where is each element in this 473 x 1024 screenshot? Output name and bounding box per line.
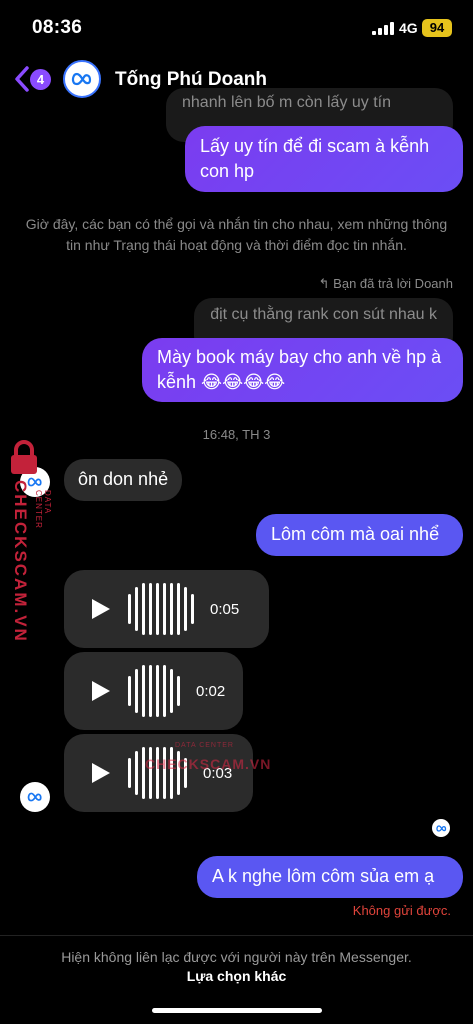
unread-badge[interactable]: 4 xyxy=(30,69,51,90)
other-options-link[interactable]: Lựa chọn khác xyxy=(0,968,473,984)
watermark-text: CHECKSCAM.VN xyxy=(11,480,30,643)
meta-icon xyxy=(435,824,446,832)
network-type: 4G xyxy=(399,20,418,36)
error-text[interactable]: Không gửi được. xyxy=(353,903,451,918)
voice-duration: 0:05 xyxy=(210,600,240,618)
lock-icon xyxy=(11,440,37,474)
voice-message[interactable]: 0:05 xyxy=(64,570,269,648)
contact-avatar[interactable] xyxy=(63,60,101,98)
battery-icon: 94 xyxy=(422,19,452,37)
sent-message[interactable]: Mày book máy bay cho anh về hp à kễnh 😂😂… xyxy=(142,338,463,402)
voice-message[interactable]: 0:02 xyxy=(64,652,243,730)
timestamp: 16:48, TH 3 xyxy=(202,427,271,442)
sent-message[interactable]: Lấy uy tín để đi scam à kễnh con hp xyxy=(185,126,463,192)
back-icon[interactable] xyxy=(12,64,32,94)
watermark-center-text: CHECKSCAM.VN xyxy=(145,756,272,772)
reply-note: ↰ Bạn đã trả lời Doanh xyxy=(318,276,453,291)
meta-icon xyxy=(71,72,92,86)
play-icon[interactable] xyxy=(92,681,110,701)
waveform xyxy=(128,663,180,719)
voice-duration: 0:02 xyxy=(196,682,226,700)
home-indicator[interactable] xyxy=(152,1008,322,1013)
received-message[interactable]: ôn don nhẻ xyxy=(64,459,183,501)
footer-note: Hiện không liên lạc được với người này t… xyxy=(61,949,412,965)
watermark-center-subtext: DATA CENTER xyxy=(175,742,234,749)
contact-avatar-small[interactable] xyxy=(20,782,50,812)
seen-avatar xyxy=(432,819,450,837)
sent-message[interactable]: Lôm côm mà oai nhể xyxy=(256,514,463,556)
play-icon[interactable] xyxy=(92,599,110,619)
waveform xyxy=(128,745,187,801)
sent-message[interactable]: A k nghe lôm côm sủa em ạ xyxy=(197,856,463,898)
waveform xyxy=(128,581,194,637)
info-text: Giờ đây, các bạn có thể gọi và nhắn tin … xyxy=(25,216,448,253)
status-time: 08:36 xyxy=(32,17,83,38)
play-icon[interactable] xyxy=(92,763,110,783)
signal-icon xyxy=(372,22,394,35)
divider xyxy=(0,935,473,936)
meta-icon xyxy=(27,792,42,802)
watermark-subtext: DATA CENTER xyxy=(34,490,52,529)
